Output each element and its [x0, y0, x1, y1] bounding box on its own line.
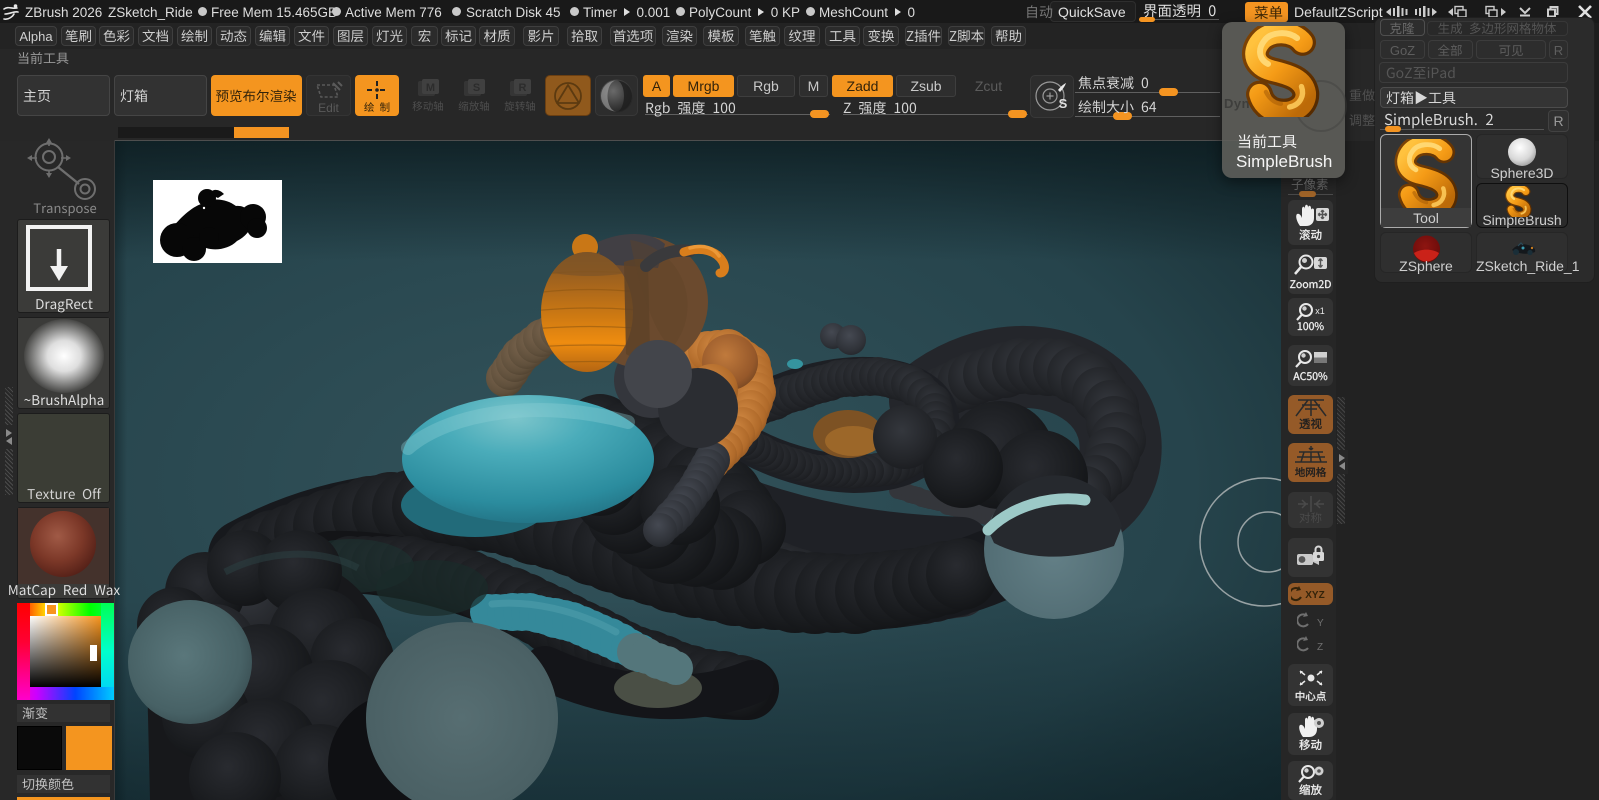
svg-text:S: S — [473, 82, 480, 94]
svg-text:S: S — [1059, 96, 1068, 111]
svg-text:Z: Z — [1317, 642, 1323, 653]
svg-text:XYZ: XYZ — [1305, 590, 1324, 601]
svg-text:Y: Y — [1317, 618, 1324, 629]
svg-text:R: R — [519, 82, 527, 94]
svg-text:x1: x1 — [1315, 306, 1325, 316]
svg-text:M: M — [426, 82, 435, 94]
